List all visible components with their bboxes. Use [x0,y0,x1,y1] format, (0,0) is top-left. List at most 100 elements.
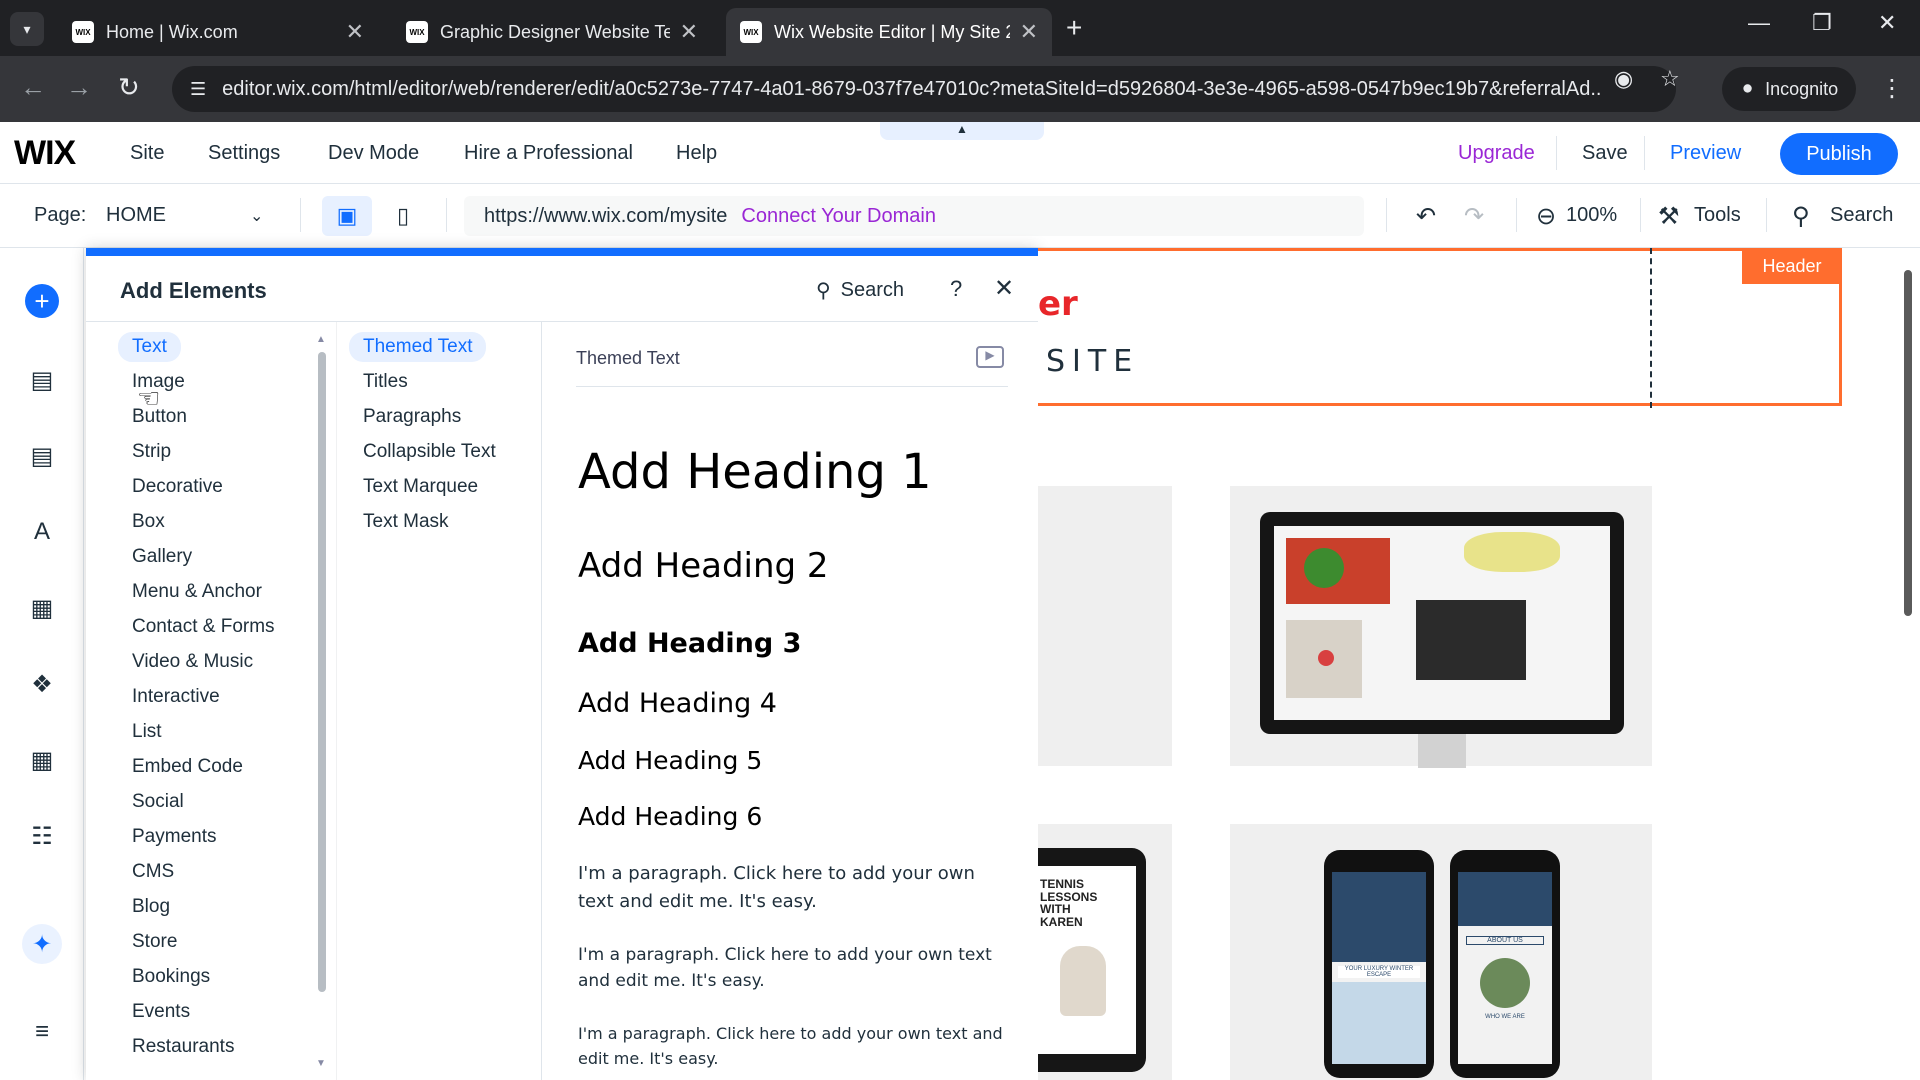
desktop-view-icon[interactable]: ▣ [322,196,372,236]
category-text[interactable]: Text [118,332,181,362]
zoom-out-icon[interactable]: ⊖ [1536,202,1556,231]
connect-domain-link[interactable]: Connect Your Domain [741,205,936,228]
close-tab-icon[interactable]: ✕ [1020,19,1038,45]
ai-sparkle-icon[interactable]: ✦ [22,924,62,964]
search-button[interactable]: Search [1830,204,1893,227]
subcategory-themed-text[interactable]: Themed Text [349,332,487,362]
site-design-icon[interactable]: A [22,512,62,552]
add-heading-3[interactable]: Add Heading 3 [578,628,801,659]
menu-site[interactable]: Site [130,142,164,165]
editor-canvas[interactable]: Header er SITE TENNIS LESSONS WITH KAREN… [1038,248,1920,1080]
menu-hire-professional[interactable]: Hire a Professional [464,142,633,165]
incognito-indicator[interactable]: ⚫ Incognito [1722,67,1857,111]
canvas-scrollbar-thumb[interactable] [1904,270,1912,616]
category-contact-forms[interactable]: Contact & Forms [118,612,289,642]
header-title-fragment[interactable]: er [1038,284,1078,324]
help-icon[interactable]: ? [950,276,962,302]
mobile-view-icon[interactable]: ▯ [388,196,418,236]
sections-icon[interactable]: ▤ [22,360,62,400]
category-decorative[interactable]: Decorative [118,472,237,502]
category-blog[interactable]: Blog [118,892,184,922]
panel-search-button[interactable]: ⚲ Search [816,278,904,303]
browser-menu-kebab-icon[interactable]: ⋮ [1880,74,1904,103]
browser-tab-wix-editor[interactable]: WIX Wix Website Editor | My Site 2 ✕ [726,8,1052,56]
category-strip[interactable]: Strip [118,437,185,467]
page-selector-chevron-down-icon[interactable]: ⌄ [250,206,263,226]
restore-window-icon[interactable]: ❐ [1812,10,1832,36]
pages-menu-icon[interactable]: ▤ [22,436,62,476]
collapse-toolbar-chevron-up-icon[interactable]: ▲ [880,122,1044,140]
close-tab-icon[interactable]: ✕ [680,19,698,45]
category-video-music[interactable]: Video & Music [118,647,267,677]
add-heading-6[interactable]: Add Heading 6 [578,802,762,831]
back-arrow-icon[interactable]: ← [20,72,46,103]
gallery-tile[interactable] [1230,824,1652,1080]
undo-icon[interactable]: ↶ [1416,202,1436,231]
category-payments[interactable]: Payments [118,822,230,852]
tools-button[interactable]: Tools [1694,204,1741,227]
cms-table-icon[interactable]: ☷ [22,816,62,856]
gallery-tile[interactable] [1038,486,1172,766]
menu-help[interactable]: Help [676,142,717,165]
search-icon[interactable]: ⚲ [1792,202,1810,231]
add-heading-1[interactable]: Add Heading 1 [578,444,932,500]
header-selection-frame[interactable] [1038,248,1842,406]
business-apps-puzzle-icon[interactable]: ❖ [22,664,62,704]
video-tutorial-icon[interactable]: ▶ [976,346,1004,368]
add-apps-grid-icon[interactable]: ▦ [22,588,62,628]
paragraph-2[interactable]: I'm a paragraph. Click here to add your … [578,942,1014,995]
redo-icon[interactable]: ↷ [1464,202,1484,231]
add-heading-4[interactable]: Add Heading 4 [578,688,777,719]
close-icon[interactable]: ✕ [994,274,1014,303]
header-badge[interactable]: Header [1742,248,1842,284]
subcategory-text-marquee[interactable]: Text Marquee [349,472,492,502]
subcategory-text-mask[interactable]: Text Mask [349,507,463,537]
category-store[interactable]: Store [118,927,191,957]
site-settings-tune-icon[interactable]: ☰ [190,79,206,100]
category-gallery[interactable]: Gallery [118,542,206,572]
category-bookings[interactable]: Bookings [118,962,224,992]
add-heading-2[interactable]: Add Heading 2 [578,546,829,586]
category-cms[interactable]: CMS [118,857,188,887]
add-heading-5[interactable]: Add Heading 5 [578,746,762,775]
category-menu-anchor[interactable]: Menu & Anchor [118,577,276,607]
scroll-up-arrow-icon[interactable]: ▲ [316,334,326,345]
category-interactive[interactable]: Interactive [118,682,234,712]
browser-tab-graphic-designer[interactable]: WIX Graphic Designer Website Temp ✕ [392,8,712,56]
tools-icon[interactable]: ⚒ [1658,202,1680,231]
browser-tab-home-wix[interactable]: WIX Home | Wix.com ✕ [58,8,378,56]
category-list[interactable]: List [118,717,176,747]
publish-button[interactable]: Publish [1780,133,1898,175]
upgrade-button[interactable]: Upgrade [1458,142,1535,165]
paragraph-1[interactable]: I'm a paragraph. Click here to add your … [578,860,988,916]
eye-slash-icon[interactable]: ◉ [1614,66,1633,92]
bookmark-star-icon[interactable]: ☆ [1660,66,1680,92]
category-events[interactable]: Events [118,997,204,1027]
category-social[interactable]: Social [118,787,198,817]
menu-dev-mode[interactable]: Dev Mode [328,142,419,165]
add-elements-plus-icon[interactable]: + [25,284,59,318]
wix-logo[interactable]: WIX [14,134,76,173]
close-window-icon[interactable]: ✕ [1878,10,1896,36]
page-selector[interactable]: HOME [106,204,166,227]
save-button[interactable]: Save [1582,142,1628,165]
preview-button[interactable]: Preview [1670,142,1741,165]
new-tab-plus-icon[interactable]: + [1066,12,1082,44]
zoom-level[interactable]: 100% [1566,204,1617,227]
reload-icon[interactable]: ↻ [118,72,140,103]
subcategory-titles[interactable]: Titles [349,367,422,397]
header-subtitle-fragment[interactable]: SITE [1046,344,1139,379]
category-embed-code[interactable]: Embed Code [118,752,257,782]
minimize-window-icon[interactable]: — [1748,10,1770,36]
paragraph-3[interactable]: I'm a paragraph. Click here to add your … [578,1022,1024,1072]
media-image-icon[interactable]: ▦ [22,740,62,780]
forward-arrow-icon[interactable]: → [66,72,92,103]
menu-settings[interactable]: Settings [208,142,280,165]
subcategory-collapsible-text[interactable]: Collapsible Text [349,437,510,467]
category-box[interactable]: Box [118,507,179,537]
address-bar[interactable]: ☰ editor.wix.com/html/editor/web/rendere… [172,66,1676,112]
scrollbar-thumb[interactable] [318,352,326,992]
tab-search-chevron-icon[interactable]: ▾ [10,12,44,46]
scroll-down-arrow-icon[interactable]: ▼ [316,1058,326,1069]
category-restaurants[interactable]: Restaurants [118,1032,248,1062]
